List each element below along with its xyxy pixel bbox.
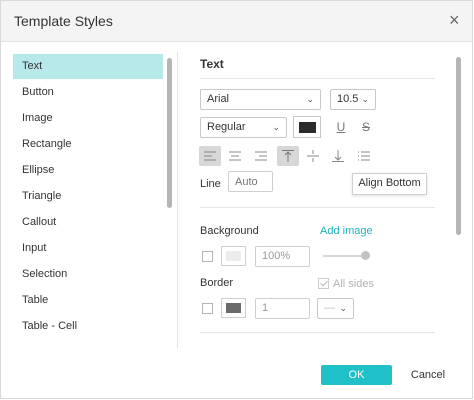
sidebar-item-text[interactable]: Text — [13, 54, 163, 79]
chevron-down-icon: ⌄ — [339, 303, 347, 313]
font-size-select[interactable]: 10.5 ⌄ — [330, 89, 376, 110]
background-section-title: Background — [200, 225, 259, 237]
border-width-input[interactable]: 1 — [255, 298, 310, 319]
background-color-swatch — [226, 251, 241, 261]
list-icon[interactable] — [353, 146, 375, 166]
cancel-button[interactable]: Cancel — [406, 365, 450, 385]
align-top-icon[interactable] — [277, 146, 299, 166]
sidebar-item-callout[interactable]: Callout — [13, 210, 163, 235]
divider — [200, 332, 435, 333]
divider — [200, 78, 435, 79]
border-color-picker[interactable] — [221, 298, 246, 318]
align-right-icon[interactable] — [250, 146, 272, 166]
background-opacity-input[interactable]: 100% — [255, 246, 310, 267]
font-weight-select[interactable]: Regular ⌄ — [200, 117, 287, 138]
background-checkbox[interactable] — [202, 251, 213, 262]
sidebar-item-rectangle[interactable]: Rectangle — [13, 132, 163, 157]
border-checkbox[interactable] — [202, 303, 213, 314]
text-color-swatch — [299, 122, 316, 133]
sidebar-item-table-cell[interactable]: Table - Cell — [13, 314, 163, 339]
text-section-title: Text — [200, 57, 224, 71]
align-middle-icon[interactable] — [302, 146, 324, 166]
border-color-swatch — [226, 303, 241, 313]
sidebar-scrollbar[interactable] — [167, 58, 172, 208]
chevron-down-icon: ⌄ — [272, 122, 280, 132]
line-height-label: Line — [200, 178, 221, 190]
sidebar-item-triangle[interactable]: Triangle — [13, 184, 163, 209]
border-style-value: — — [324, 302, 335, 314]
line-height-input[interactable] — [228, 171, 273, 192]
dialog-title: Template Styles — [14, 13, 113, 29]
sidebar-item-input[interactable]: Input — [13, 236, 163, 261]
font-size-value: 10.5 — [337, 93, 359, 105]
all-sides-label: All sides — [333, 278, 374, 290]
tooltip: Align Bottom — [352, 173, 427, 195]
sidebar-item-image[interactable]: Image — [13, 106, 163, 131]
border-style-select[interactable]: — ⌄ — [317, 298, 354, 319]
divider — [200, 207, 435, 208]
align-left-icon[interactable] — [199, 146, 221, 166]
ok-button[interactable]: OK — [321, 365, 392, 385]
panel-scrollbar[interactable] — [456, 57, 461, 235]
underline-button[interactable]: U — [331, 117, 351, 137]
dialog-titlebar: Template Styles × — [1, 1, 472, 42]
add-image-link[interactable]: Add image — [320, 225, 373, 237]
border-section-title: Border — [200, 277, 234, 289]
font-family-select[interactable]: Arial ⌄ — [200, 89, 321, 110]
all-sides-checkbox[interactable] — [318, 278, 329, 289]
sidebar-item-button[interactable]: Button — [13, 80, 163, 105]
font-family-value: Arial — [207, 93, 230, 105]
font-weight-value: Regular — [207, 121, 246, 133]
sidebar-item-table[interactable]: Table — [13, 288, 163, 313]
align-bottom-icon[interactable] — [327, 146, 349, 166]
background-color-picker[interactable] — [221, 246, 246, 266]
chevron-down-icon: ⌄ — [306, 94, 314, 104]
text-color-picker[interactable] — [293, 116, 321, 138]
sidebar-item-ellipse[interactable]: Ellipse — [13, 158, 163, 183]
strikethrough-button[interactable]: S — [356, 117, 376, 137]
sidebar-item-selection[interactable]: Selection — [13, 262, 163, 287]
style-type-list: Text Button Image Rectangle Ellipse Tria… — [10, 52, 178, 348]
template-styles-dialog: Template Styles × Text Button Image Rect… — [0, 0, 473, 399]
align-center-icon[interactable] — [224, 146, 246, 166]
chevron-down-icon: ⌄ — [361, 94, 369, 104]
opacity-slider-handle[interactable] — [361, 251, 370, 260]
close-icon[interactable]: × — [449, 11, 460, 29]
